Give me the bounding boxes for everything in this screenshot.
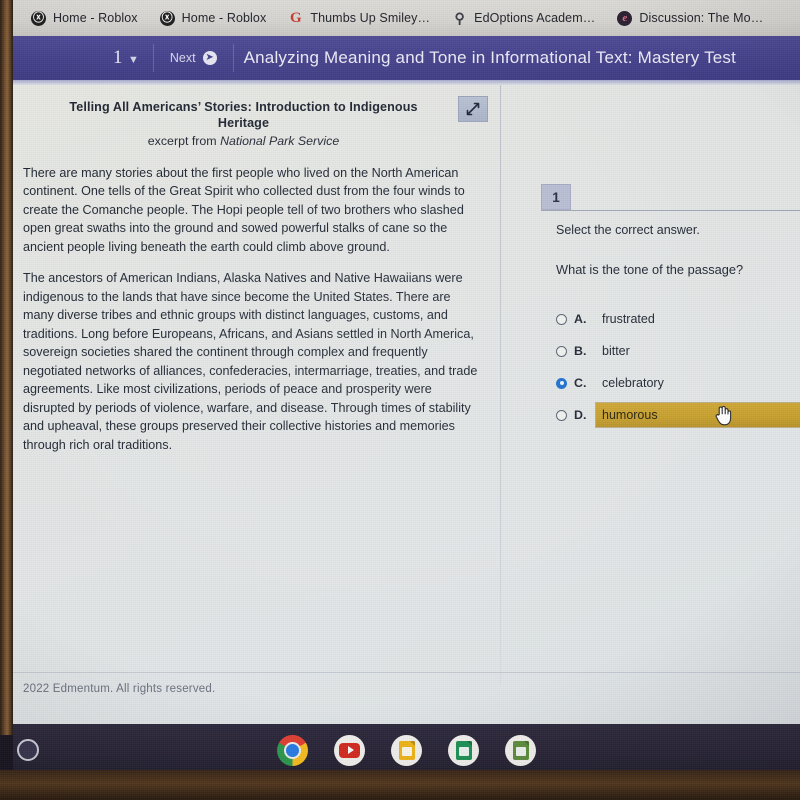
option-letter: D. [574, 408, 587, 422]
screen-bezel-left [0, 0, 13, 735]
browser-tab-strip: ⓧ Home - Roblox ⓧ Home - Roblox G Thumbs… [13, 0, 800, 36]
footer-copyright: 2022 Edmentum. All rights reserved. [23, 683, 216, 695]
passage-paragraph: There are many stories about the first p… [23, 165, 465, 254]
browser-tab-label: Discussion: The Mo… [639, 11, 764, 25]
answer-option-c[interactable]: C. celebratory [556, 367, 800, 399]
google-slides-icon[interactable] [391, 734, 422, 766]
radio-button-d[interactable] [556, 409, 567, 421]
next-circle-icon: ➤ [202, 51, 217, 65]
radio-button-a[interactable] [556, 313, 567, 325]
question-number-label: 1 [113, 47, 123, 68]
question-selector[interactable]: 1 ▼ [13, 36, 153, 80]
question-tab-rule [541, 210, 800, 211]
chrome-icon[interactable] [277, 734, 308, 766]
browser-tab-0[interactable]: ⓧ Home - Roblox [23, 3, 146, 33]
passage-source: National Park Service [220, 134, 340, 149]
browser-tab-3[interactable]: ⚲ EdOptions Academ… [444, 3, 603, 33]
passage-paragraph: The ancestors of American Indians, Alask… [23, 271, 478, 452]
option-text: celebratory [602, 376, 664, 390]
question-body: Select the correct answer. What is the t… [556, 223, 800, 431]
browser-tab-label: Thumbs Up Smiley… [310, 11, 431, 25]
chromebook-screen: ⓧ Home - Roblox ⓧ Home - Roblox G Thumbs… [0, 0, 800, 800]
footer-divider [13, 672, 800, 673]
page-title: Analyzing Meaning and Tone in Informatio… [243, 48, 737, 67]
os-shelf [13, 724, 800, 776]
radio-button-c[interactable] [556, 377, 567, 389]
question-panel: 1 Select the correct answer. What is the… [501, 85, 800, 685]
answer-option-a[interactable]: A. frustrated [556, 303, 800, 335]
question-instruction: Select the correct answer. [556, 223, 700, 237]
google-sheets-icon[interactable] [448, 734, 479, 766]
question-tab-1[interactable]: 1 [541, 184, 571, 210]
next-button[interactable]: Next ➤ [154, 51, 233, 65]
roblox-icon: ⓧ [31, 10, 46, 26]
option-text: frustrated [602, 312, 655, 326]
question-prompt: What is the tone of the passage? [556, 262, 744, 277]
passage-title: Telling All Americans’ Stories: Introduc… [69, 100, 418, 130]
answer-option-b[interactable]: B. bitter [556, 335, 800, 367]
google-forms-icon[interactable] [505, 734, 536, 766]
option-letter: A. [574, 312, 587, 326]
launcher-circle-icon[interactable] [17, 739, 39, 761]
browser-tab-2[interactable]: G Thumbs Up Smiley… [280, 3, 438, 33]
passage-subtitle: excerpt from National Park Service [43, 134, 444, 150]
browser-tab-label: EdOptions Academ… [474, 11, 596, 25]
expand-diagonal-icon[interactable] [458, 96, 488, 122]
chevron-down-icon[interactable]: ▼ [128, 54, 139, 66]
assessment-header-bar: 1 ▼ Next ➤ Analyzing Meaning and Tone in… [13, 36, 800, 80]
next-button-label: Next [169, 51, 196, 65]
browser-tab-1[interactable]: ⓧ Home - Roblox [152, 3, 275, 33]
radio-button-b[interactable] [556, 345, 567, 357]
passage-subtitle-prefix: excerpt from [147, 134, 221, 149]
edge-icon: e [617, 10, 633, 26]
browser-tab-4[interactable]: e Discussion: The Mo… [609, 3, 771, 33]
option-letter: C. [574, 376, 587, 390]
browser-tab-label: Home - Roblox [53, 11, 138, 25]
lightbulb-icon: ⚲ [454, 10, 465, 26]
option-text: humorous [596, 403, 800, 427]
passage-panel: Telling All Americans’ Stories: Introduc… [13, 92, 500, 682]
option-letter: B. [574, 344, 587, 358]
option-text: bitter [602, 344, 630, 358]
youtube-icon[interactable] [334, 734, 365, 766]
assessment-page: Telling All Americans’ Stories: Introduc… [13, 80, 800, 735]
google-icon: G [290, 9, 302, 26]
screen-bezel-bottom [0, 770, 800, 800]
answer-options: A. frustrated B. bitter C. celebratory D… [556, 303, 800, 431]
answer-option-d[interactable]: D. humorous [556, 399, 800, 431]
passage-header: Telling All Americans’ Stories: Introduc… [23, 96, 488, 150]
roblox-icon: ⓧ [159, 10, 175, 26]
browser-tab-label: Home - Roblox [181, 11, 267, 25]
